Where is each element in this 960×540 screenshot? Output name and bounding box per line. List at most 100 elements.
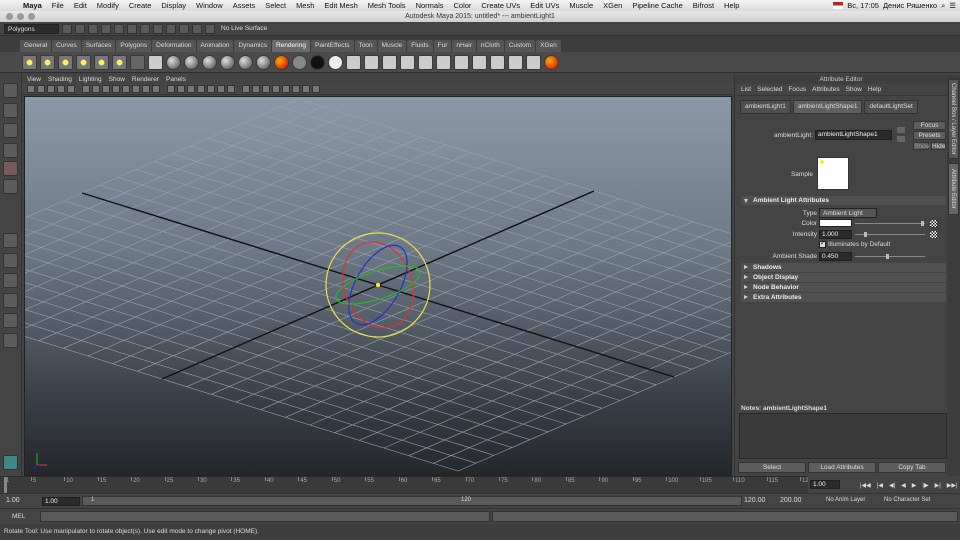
- channel-box-tab[interactable]: Channel Box / Layer Editor: [948, 79, 959, 159]
- node-output-icon[interactable]: [897, 127, 905, 133]
- range-end-field[interactable]: 200.00: [780, 497, 801, 504]
- lambert-icon[interactable]: [166, 54, 181, 70]
- volume-light-icon[interactable]: [112, 54, 127, 70]
- directional-light-icon[interactable]: [40, 54, 55, 70]
- shelf-tab-animation[interactable]: Animation: [196, 40, 234, 52]
- mac-menu-color[interactable]: Color: [448, 1, 476, 10]
- isolate-icon[interactable]: [262, 85, 270, 93]
- focus-button[interactable]: Focus: [913, 121, 946, 130]
- section-ambient-light-attributes[interactable]: Ambient Light Attributes: [741, 196, 946, 205]
- mac-menu-file[interactable]: File: [47, 1, 69, 10]
- shelf-tab-nhair[interactable]: nHair: [452, 40, 476, 52]
- open-scene-icon[interactable]: [75, 23, 85, 34]
- playback-end-field[interactable]: 120.00: [744, 497, 765, 504]
- current-frame-field[interactable]: 1.00: [810, 480, 840, 489]
- snap-grid-icon[interactable]: [140, 23, 150, 34]
- resolution-gate-icon[interactable]: [112, 85, 120, 93]
- shelf-tab-fluids[interactable]: Fluids: [407, 40, 433, 52]
- grid-icon[interactable]: [92, 85, 100, 93]
- list-icon[interactable]: ☰: [949, 1, 956, 10]
- use-lights-icon[interactable]: [207, 85, 215, 93]
- textured-icon[interactable]: [197, 85, 205, 93]
- mac-menu-window[interactable]: Window: [191, 1, 228, 10]
- close-icon[interactable]: [6, 13, 13, 20]
- mac-menu-muscle[interactable]: Muscle: [564, 1, 598, 10]
- intensity-map-icon[interactable]: [930, 231, 937, 238]
- panel-icon[interactable]: [3, 455, 18, 470]
- backface-icon[interactable]: [302, 85, 310, 93]
- playback-start-field[interactable]: 1.00: [42, 497, 80, 506]
- play-forward-icon[interactable]: ▶: [912, 482, 917, 489]
- clock[interactable]: Вс, 17:05: [847, 1, 879, 10]
- mac-menu-normals[interactable]: Normals: [411, 1, 449, 10]
- surface-shader-icon[interactable]: [292, 54, 307, 70]
- phong-icon[interactable]: [202, 54, 217, 70]
- ambient-light-icon[interactable]: [22, 54, 37, 70]
- type-dropdown[interactable]: Ambient Light: [819, 208, 877, 218]
- magnet-icon[interactable]: [192, 23, 202, 34]
- play-back-icon[interactable]: ◀: [901, 482, 906, 489]
- render-settings-icon[interactable]: [382, 54, 397, 70]
- layout-side-icon[interactable]: [3, 273, 18, 288]
- camera-icon[interactable]: [130, 54, 145, 70]
- intensity-field[interactable]: 1.000: [819, 230, 852, 239]
- select-component-icon[interactable]: [127, 23, 137, 34]
- color-swatch[interactable]: [819, 219, 852, 227]
- ae-tab-ambientlightshape1[interactable]: ambientLightShape1: [792, 100, 863, 114]
- ae-tab-defaultlightset[interactable]: defaultLightSet: [864, 100, 918, 114]
- search-icon[interactable]: ⌕: [941, 1, 945, 11]
- intensity-slider-knob[interactable]: [864, 232, 867, 237]
- rotate-tool-icon[interactable]: [3, 161, 18, 176]
- mac-menu-create-uvs[interactable]: Create UVs: [476, 1, 525, 10]
- step-back-key-icon[interactable]: ◀|: [889, 482, 895, 489]
- shelf-tab-muscle[interactable]: Muscle: [377, 40, 407, 52]
- motion-blur-icon[interactable]: [242, 85, 250, 93]
- ssao-icon[interactable]: [227, 85, 235, 93]
- snap-point-icon[interactable]: [166, 23, 176, 34]
- snap-plane-icon[interactable]: [179, 23, 189, 34]
- shelf-tab-fur[interactable]: Fur: [433, 40, 452, 52]
- mac-menu-help[interactable]: Help: [719, 1, 744, 10]
- render-layer-icon[interactable]: [418, 54, 433, 70]
- mac-menu-mesh-tools[interactable]: Mesh Tools: [363, 1, 411, 10]
- uv-editor-icon[interactable]: [490, 54, 505, 70]
- wireframe-icon[interactable]: [167, 85, 175, 93]
- show-button[interactable]: Show: [913, 142, 930, 150]
- select-hierarchy-icon[interactable]: [101, 23, 111, 34]
- render-current-icon[interactable]: [346, 54, 361, 70]
- bookmark-icon[interactable]: [47, 85, 55, 93]
- shading-map-icon[interactable]: [328, 54, 343, 70]
- mac-menu-display[interactable]: Display: [156, 1, 191, 10]
- step-forward-icon[interactable]: ▶|: [935, 482, 941, 489]
- viewport-menu-shading[interactable]: Shading: [48, 76, 72, 83]
- step-back-icon[interactable]: |◀: [877, 482, 883, 489]
- current-time-marker[interactable]: [4, 477, 7, 493]
- paint-icon[interactable]: [544, 54, 559, 70]
- range-start-field[interactable]: 1.00: [6, 497, 20, 504]
- load-attributes-button[interactable]: Load Attributes: [808, 462, 876, 473]
- blinn-icon[interactable]: [184, 54, 199, 70]
- image-plane-icon[interactable]: [57, 85, 65, 93]
- go-start-icon[interactable]: |◀◀: [860, 482, 871, 489]
- lasso-tool-icon[interactable]: [3, 103, 18, 118]
- node-input-icon[interactable]: [897, 136, 905, 142]
- ae-tab-ambientlight1[interactable]: ambientLight1: [740, 100, 791, 114]
- notes-textarea[interactable]: [739, 413, 947, 459]
- ipr-render-icon[interactable]: [364, 54, 379, 70]
- node-name-field[interactable]: ambientLightShape1: [815, 130, 892, 140]
- shelf-tab-toon[interactable]: Toon: [354, 40, 377, 52]
- move-tool-icon[interactable]: [3, 143, 18, 158]
- select-object-icon[interactable]: [114, 23, 124, 34]
- ambient-shade-slider[interactable]: [855, 256, 925, 257]
- zoom-icon[interactable]: [28, 13, 35, 20]
- color-slider-knob[interactable]: [921, 221, 924, 226]
- render-view-icon[interactable]: [148, 54, 163, 70]
- ae-menu-show[interactable]: Show: [846, 86, 862, 93]
- minimize-icon[interactable]: [17, 13, 24, 20]
- shelf-tab-painteffects[interactable]: PaintEffects: [310, 40, 354, 52]
- character-set-dropdown[interactable]: No Character Set: [884, 497, 930, 503]
- xray-components-icon[interactable]: [292, 85, 300, 93]
- xray-joints-icon[interactable]: [282, 85, 290, 93]
- film-gate-icon[interactable]: [102, 85, 110, 93]
- mac-menu-assets[interactable]: Assets: [228, 1, 261, 10]
